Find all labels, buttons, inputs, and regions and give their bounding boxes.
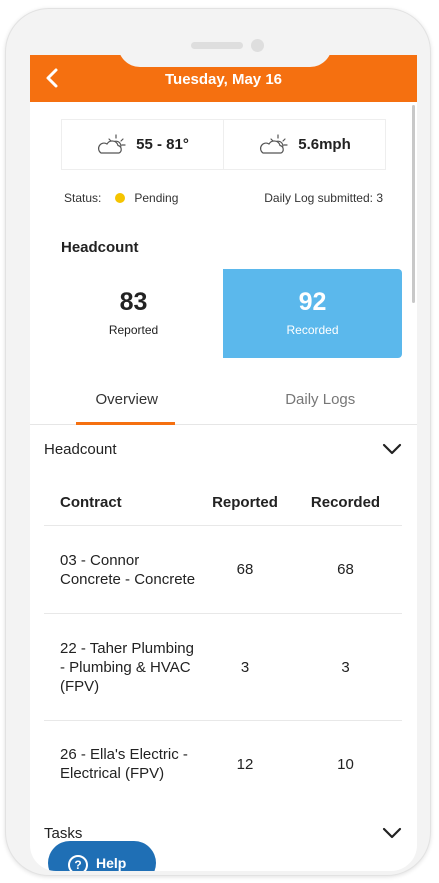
recorded-count: 92: [298, 288, 327, 316]
status-row: Status: Pending: [64, 191, 178, 205]
table-header: Contract Reported Recorded: [44, 480, 402, 526]
tab-overview[interactable]: Overview: [30, 375, 224, 425]
partly-cloudy-icon: [98, 133, 126, 154]
headcount-table: Contract Reported Recorded 03 - Connor C…: [44, 480, 402, 807]
table-row: 26 - Ella's Electric - Electrical (FPV) …: [44, 721, 402, 807]
wind-cell: 5.6mph: [223, 120, 385, 169]
weather-card: 55 - 81° 5.6mph: [61, 119, 386, 170]
reported-count: 83: [119, 288, 148, 316]
chevron-down-icon[interactable]: [382, 827, 402, 839]
phone-frame: Tuesday, May 16 55 - 81° 5.6mph Status: …: [5, 8, 431, 876]
contract-cell: 03 - Connor Concrete - Concrete: [60, 551, 196, 588]
column-header-reported: Reported: [212, 494, 278, 511]
wind-speed: 5.6mph: [298, 136, 351, 153]
tasks-section-label: Tasks: [44, 824, 83, 842]
temperature-cell: 55 - 81°: [62, 120, 223, 169]
reported-label: Reported: [108, 323, 159, 337]
scrollbar[interactable]: [412, 105, 415, 303]
reported-cell: 3: [240, 658, 250, 676]
speaker: [191, 42, 243, 49]
recorded-cell: 3: [341, 658, 350, 676]
headcount-cards: 83 Reported 92 Recorded: [44, 269, 402, 358]
status-label: Status:: [64, 191, 102, 205]
headcount-section-label: Headcount: [44, 440, 117, 458]
question-circle-icon: ?: [68, 855, 88, 871]
reported-cell: 68: [236, 561, 254, 578]
tab-bar: Overview Daily Logs: [30, 375, 417, 425]
camera: [251, 39, 264, 52]
recorded-cell: 10: [337, 755, 354, 773]
tab-daily-logs[interactable]: Daily Logs: [224, 375, 418, 424]
phone-notch: [118, 17, 332, 67]
recorded-cell: 68: [337, 561, 354, 578]
chevron-down-icon[interactable]: [382, 443, 402, 455]
column-header-recorded: Recorded: [310, 494, 381, 511]
help-button[interactable]: ? Help: [48, 841, 156, 871]
page-title: Tuesday, May 16: [165, 71, 282, 88]
table-row: 22 - Taher Plumbing - Plumbing & HVAC (F…: [44, 614, 402, 721]
recorded-label: Recorded: [286, 323, 339, 337]
headcount-section-header[interactable]: Headcount: [44, 434, 402, 464]
recorded-card: 92 Recorded: [223, 269, 402, 358]
contract-cell: 26 - Ella's Electric - Electrical (FPV): [60, 746, 188, 782]
status-value: Pending: [134, 191, 179, 205]
headcount-title: Headcount: [61, 239, 139, 256]
help-label: Help: [96, 855, 127, 871]
column-header-contract: Contract: [60, 494, 122, 511]
contract-cell: 22 - Taher Plumbing - Plumbing & HVAC (F…: [60, 639, 194, 695]
reported-card: 83 Reported: [44, 269, 223, 358]
temperature-range: 55 - 81°: [136, 136, 189, 153]
partly-cloudy-icon: [260, 133, 288, 154]
status-dot: [115, 193, 126, 203]
app-screen: Tuesday, May 16 55 - 81° 5.6mph Status: …: [30, 55, 417, 871]
daily-log-submitted: Daily Log submitted: 3: [264, 191, 383, 205]
table-row: 03 - Connor Concrete - Concrete 68 68: [44, 526, 402, 614]
reported-cell: 12: [236, 755, 254, 773]
